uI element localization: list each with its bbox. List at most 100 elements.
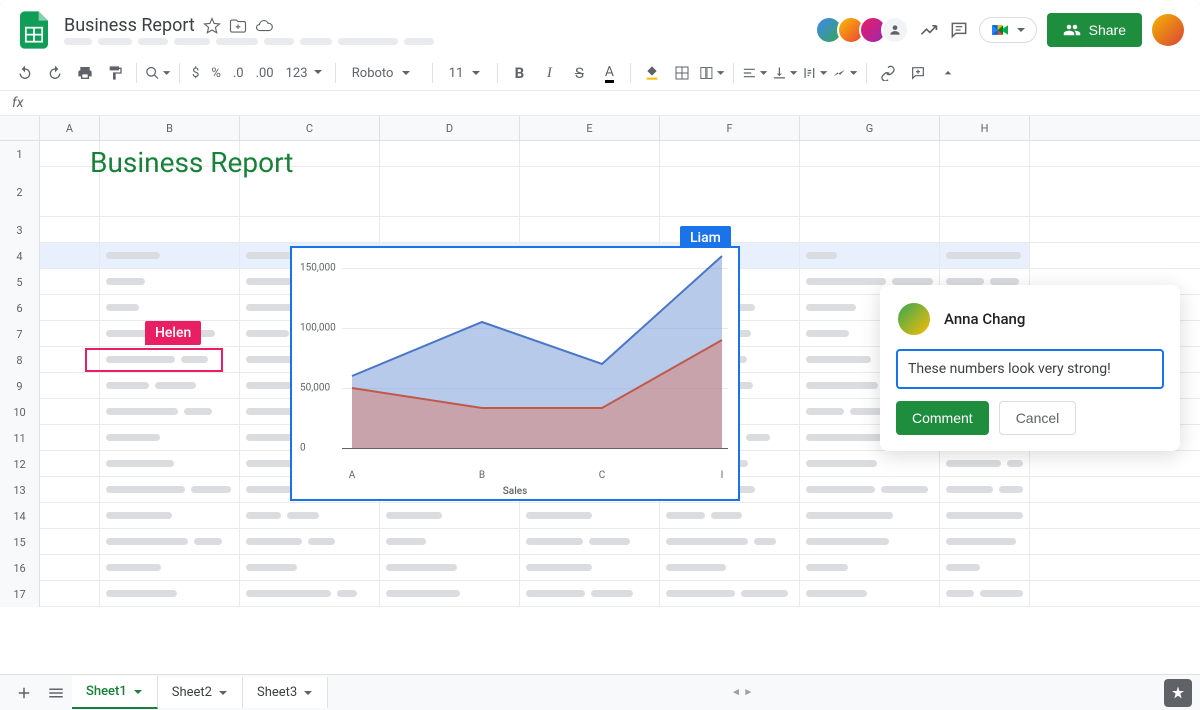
- redo-button[interactable]: [42, 60, 68, 86]
- cell[interactable]: [660, 555, 800, 580]
- zoom-button[interactable]: [145, 60, 171, 86]
- text-wrap-button[interactable]: [802, 60, 828, 86]
- cell[interactable]: [800, 529, 940, 554]
- move-folder-icon[interactable]: [229, 17, 247, 35]
- cell[interactable]: [380, 581, 520, 606]
- all-sheets-button[interactable]: [40, 677, 72, 709]
- cell[interactable]: [40, 295, 100, 320]
- cell[interactable]: [660, 167, 800, 216]
- cell[interactable]: [940, 243, 1030, 268]
- column-header[interactable]: E: [520, 116, 660, 140]
- row-header[interactable]: 12: [0, 451, 40, 477]
- paint-format-button[interactable]: [102, 60, 128, 86]
- cell[interactable]: [40, 581, 100, 606]
- cell[interactable]: [40, 451, 100, 476]
- strikethrough-button[interactable]: S: [566, 60, 592, 86]
- cell[interactable]: [40, 425, 100, 450]
- row-header[interactable]: 5: [0, 269, 40, 295]
- cell[interactable]: [240, 529, 380, 554]
- row-header[interactable]: 7: [0, 321, 40, 347]
- cell[interactable]: [240, 555, 380, 580]
- cell[interactable]: [940, 581, 1030, 606]
- cell[interactable]: [380, 503, 520, 528]
- row-header[interactable]: 3: [0, 217, 40, 243]
- cell[interactable]: [40, 321, 100, 346]
- collapse-toolbar-button[interactable]: [935, 60, 961, 86]
- sheets-logo-icon[interactable]: [16, 8, 52, 52]
- cell[interactable]: [520, 503, 660, 528]
- cell[interactable]: [660, 141, 800, 166]
- cell[interactable]: [660, 503, 800, 528]
- font-size-select[interactable]: 11: [441, 66, 490, 81]
- cell[interactable]: [240, 503, 380, 528]
- font-select[interactable]: Roboto: [344, 66, 424, 81]
- cell[interactable]: [100, 269, 240, 294]
- cell[interactable]: [520, 529, 660, 554]
- row-header[interactable]: 17: [0, 581, 40, 607]
- cell[interactable]: [800, 581, 940, 606]
- sheet-tab[interactable]: Sheet2: [158, 677, 243, 708]
- cell[interactable]: [940, 451, 1030, 476]
- cell[interactable]: [940, 529, 1030, 554]
- row-header[interactable]: 13: [0, 477, 40, 503]
- cloud-saved-icon[interactable]: [255, 17, 273, 35]
- menu-bar[interactable]: [64, 38, 809, 45]
- cell[interactable]: [380, 217, 520, 242]
- cell[interactable]: [100, 451, 240, 476]
- column-header[interactable]: C: [240, 116, 380, 140]
- cell[interactable]: [800, 451, 940, 476]
- scroll-nav[interactable]: ◄ ►: [731, 687, 753, 698]
- row-header[interactable]: 10: [0, 399, 40, 425]
- cell[interactable]: [240, 581, 380, 606]
- cell[interactable]: [100, 295, 240, 320]
- text-color-button[interactable]: A: [596, 60, 622, 86]
- meet-button[interactable]: [979, 17, 1037, 43]
- explore-button[interactable]: [1164, 679, 1192, 707]
- star-icon[interactable]: [203, 17, 221, 35]
- cell[interactable]: [100, 373, 240, 398]
- anonymous-avatar[interactable]: [881, 16, 909, 44]
- cell[interactable]: [940, 555, 1030, 580]
- sheet-tab[interactable]: Sheet3: [243, 677, 328, 708]
- print-button[interactable]: [72, 60, 98, 86]
- cell[interactable]: [100, 503, 240, 528]
- sheet-tab[interactable]: Sheet1: [72, 676, 158, 709]
- cell[interactable]: [800, 477, 940, 502]
- add-sheet-button[interactable]: [8, 677, 40, 709]
- share-button[interactable]: Share: [1047, 13, 1142, 47]
- cell[interactable]: [940, 167, 1030, 216]
- cell[interactable]: [100, 217, 240, 242]
- fill-color-button[interactable]: [639, 60, 665, 86]
- activity-icon[interactable]: [919, 20, 939, 40]
- row-header[interactable]: 1: [0, 141, 40, 167]
- comment-cancel-button[interactable]: Cancel: [999, 401, 1077, 435]
- cell[interactable]: [940, 141, 1030, 166]
- document-title[interactable]: Business Report: [64, 15, 195, 36]
- cell[interactable]: [520, 581, 660, 606]
- embedded-chart[interactable]: 150,000 100,000 50,000 0 A B C I Sales: [290, 246, 740, 501]
- vertical-align-button[interactable]: [772, 60, 798, 86]
- column-header[interactable]: G: [800, 116, 940, 140]
- borders-button[interactable]: [669, 60, 695, 86]
- horizontal-align-button[interactable]: [742, 60, 768, 86]
- cell[interactable]: [940, 217, 1030, 242]
- cell[interactable]: [800, 217, 940, 242]
- cell[interactable]: [800, 503, 940, 528]
- profile-avatar[interactable]: [1152, 14, 1184, 46]
- row-header[interactable]: 4: [0, 243, 40, 269]
- cell[interactable]: [520, 555, 660, 580]
- cell[interactable]: [100, 399, 240, 424]
- cell[interactable]: [380, 555, 520, 580]
- row-header[interactable]: 11: [0, 425, 40, 451]
- comment-submit-button[interactable]: Comment: [896, 401, 989, 435]
- cell[interactable]: [800, 167, 940, 216]
- cell[interactable]: [940, 503, 1030, 528]
- cell[interactable]: [380, 167, 520, 216]
- text-rotation-button[interactable]: [832, 60, 858, 86]
- undo-button[interactable]: [12, 60, 38, 86]
- merge-cells-button[interactable]: [699, 60, 725, 86]
- cell[interactable]: [40, 217, 100, 242]
- row-header[interactable]: 2: [0, 167, 40, 217]
- number-format-button[interactable]: 123: [282, 66, 327, 81]
- row-header[interactable]: 8: [0, 347, 40, 373]
